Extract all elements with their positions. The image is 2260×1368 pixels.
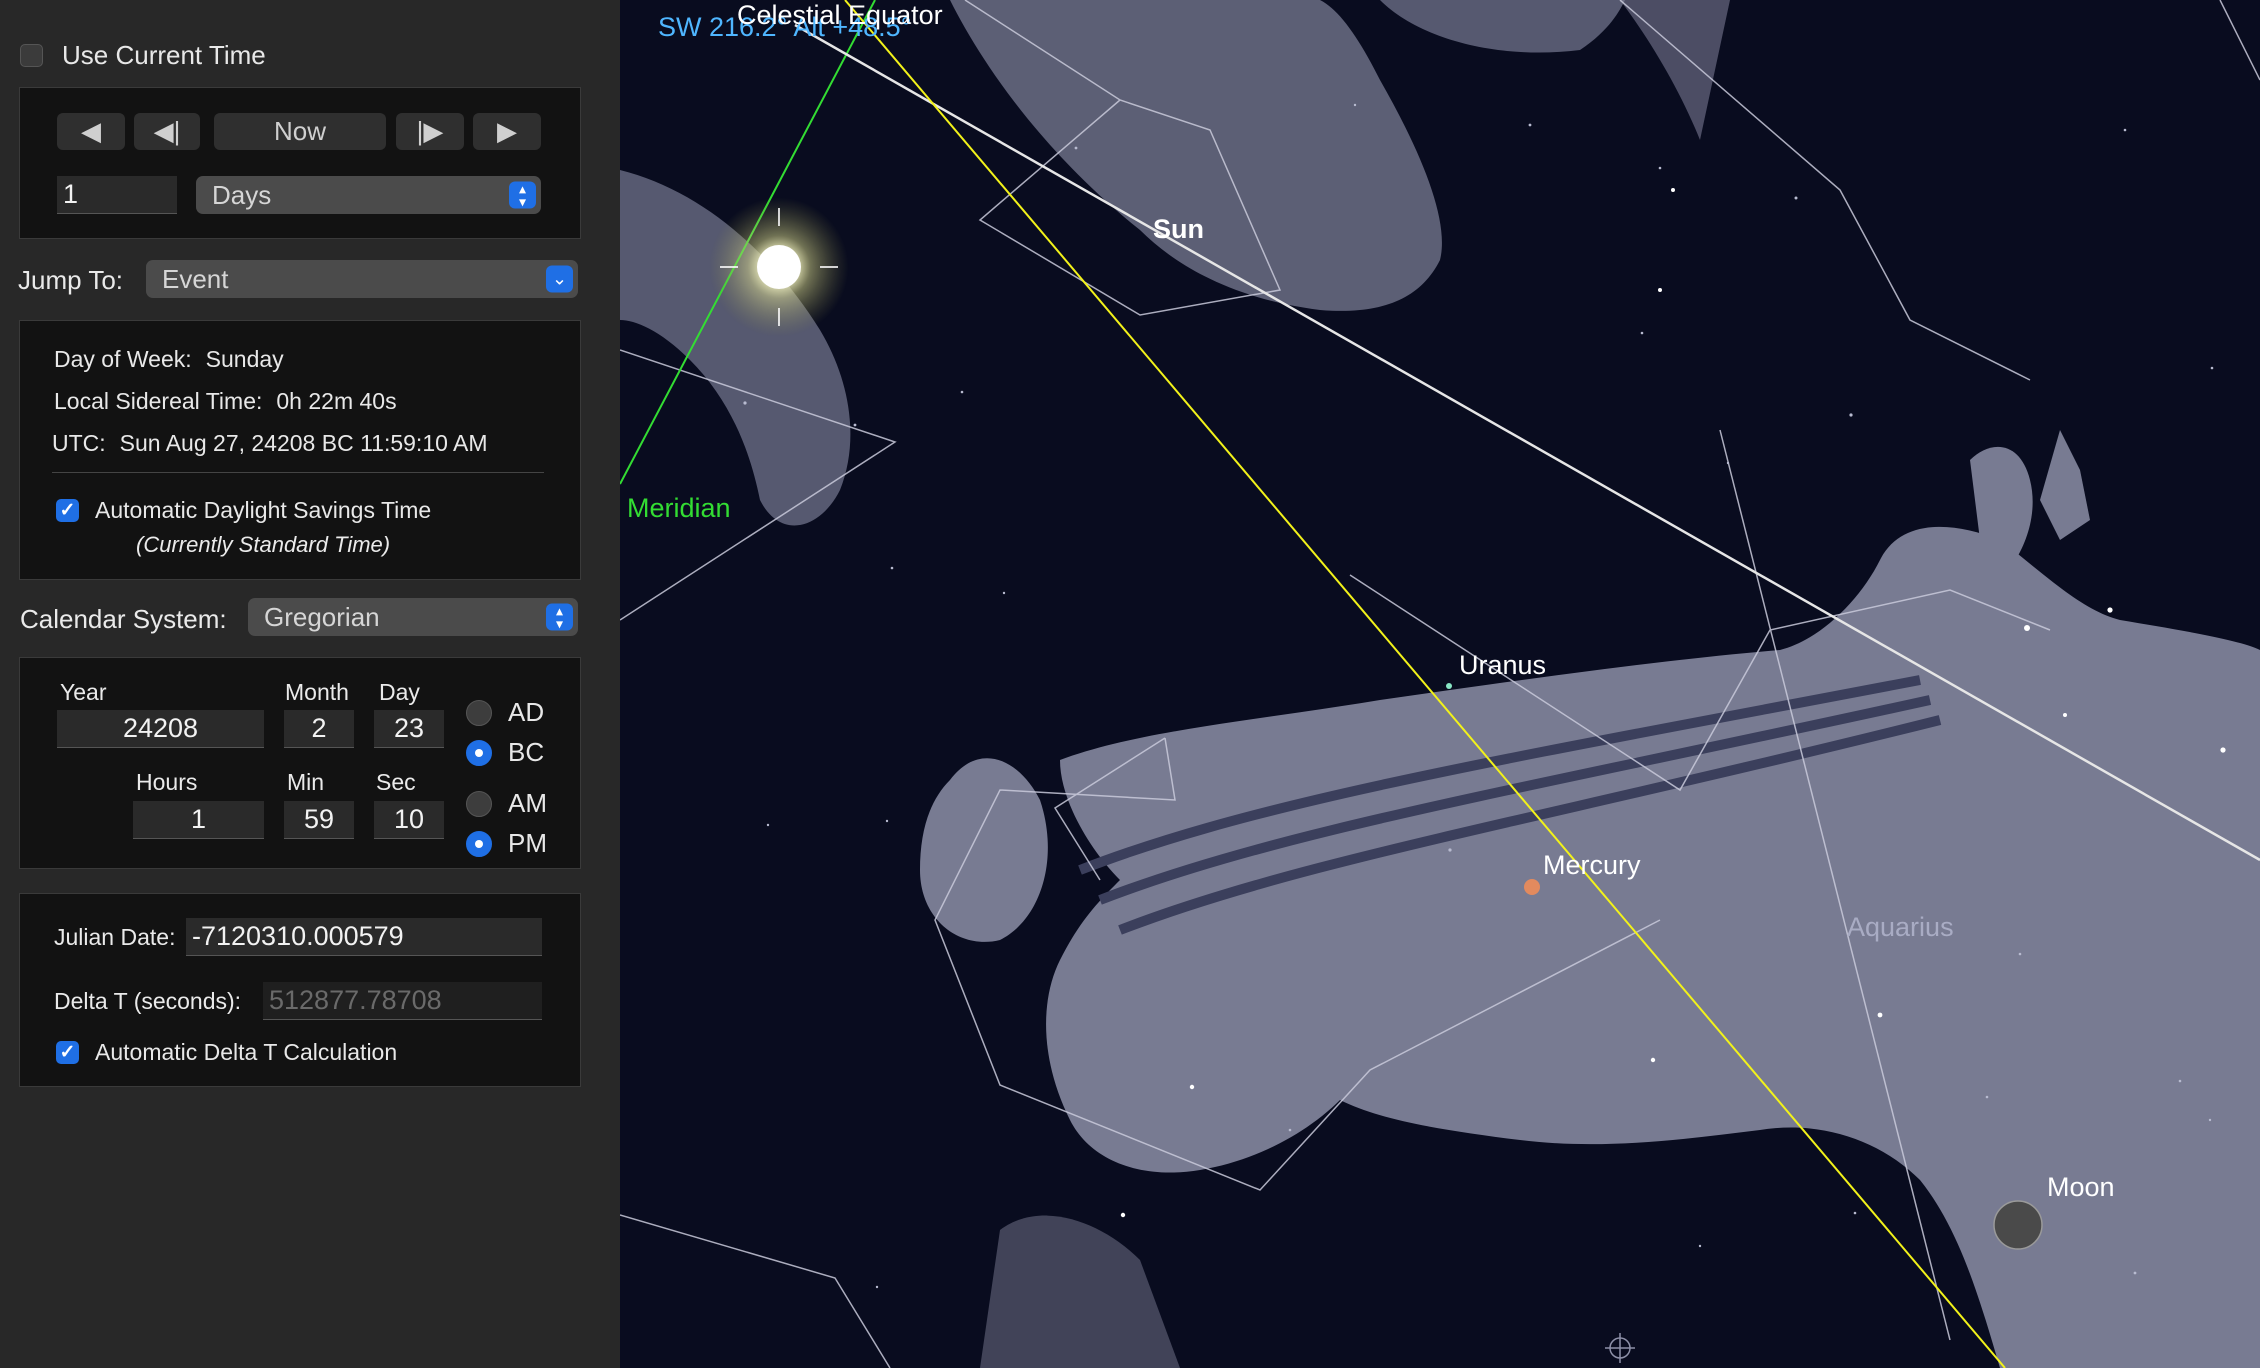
dst-label: Automatic Daylight Savings Time	[95, 497, 432, 523]
era-bc-radio[interactable]	[466, 739, 492, 766]
calendar-system-select[interactable]: Gregorian ▴ ▾	[248, 598, 578, 636]
celestial-equator-label: Celestial Equator	[737, 0, 943, 30]
month-input[interactable]: 2	[284, 710, 354, 748]
month-label: Month	[285, 679, 349, 705]
time-step-box	[19, 87, 581, 239]
julian-date-value: -7120310.000579	[192, 921, 404, 951]
julian-date-input[interactable]: -7120310.000579	[186, 918, 542, 956]
use-current-time-label: Use Current Time	[62, 40, 266, 70]
step-forward-fast-button[interactable]: ▶	[473, 113, 541, 150]
step-amount-input[interactable]: 1	[57, 176, 177, 214]
dst-note: (Currently Standard Time)	[136, 532, 391, 557]
auto-delta-t-checkbox[interactable]: ✓	[56, 1041, 79, 1064]
min-input[interactable]: 59	[284, 801, 354, 839]
up-down-icon: ▴ ▾	[546, 603, 573, 631]
min-value: 59	[303, 804, 335, 834]
hours-label: Hours	[136, 769, 198, 795]
target-icon	[1605, 1333, 1635, 1363]
dst-checkbox[interactable]: ✓	[56, 499, 79, 522]
sec-input[interactable]: 10	[374, 801, 444, 839]
jump-to-select[interactable]: Event ⌄	[146, 260, 578, 298]
sec-value: 10	[393, 804, 425, 834]
aquarius-label: Aquarius	[1847, 912, 1954, 942]
day-input[interactable]: 23	[374, 710, 444, 748]
step-forward-button[interactable]: |▶	[396, 113, 464, 150]
sidereal-time-row: Local Sidereal Time: 0h 22m 40s	[54, 388, 397, 415]
use-current-time-row[interactable]: Use Current Time	[20, 40, 266, 71]
era-ad-label: AD	[508, 697, 545, 727]
play-icon: ▶	[497, 116, 517, 146]
dst-row[interactable]: ✓ Automatic Daylight Savings Time	[56, 497, 431, 524]
jump-to-value: Event	[162, 263, 229, 294]
utc-value: Sun Aug 27, 24208 BC 11:59:10 AM	[119, 430, 488, 456]
step-amount-value: 1	[63, 179, 79, 209]
sun-marker[interactable]	[709, 197, 849, 337]
sidereal-time-value: 0h 22m 40s	[276, 388, 397, 414]
mercury-marker[interactable]	[1524, 879, 1540, 895]
era-ad-radio-row[interactable]: AD	[466, 697, 544, 728]
pm-radio-row[interactable]: PM	[466, 828, 547, 859]
delta-t-label: Delta T (seconds):	[54, 988, 242, 1014]
mercury-label[interactable]: Mercury	[1543, 850, 1641, 881]
month-value: 2	[311, 713, 327, 743]
time-panel: Use Current Time ◀ ◀| Now |▶ ▶ 1 Days ▴ ▾…	[0, 0, 620, 1368]
sidereal-time-label: Local Sidereal Time:	[54, 388, 263, 414]
jump-to-label: Jump To:	[18, 265, 124, 295]
uranus-label[interactable]: Uranus	[1459, 650, 1546, 681]
sun-label[interactable]: Sun	[1153, 214, 1204, 245]
era-ad-radio[interactable]	[466, 699, 492, 726]
era-bc-label: BC	[508, 737, 545, 767]
pm-label: PM	[508, 828, 547, 858]
step-forward-icon: |▶	[416, 116, 444, 146]
min-label: Min	[287, 769, 325, 795]
meridian-label: Meridian	[627, 493, 731, 523]
up-down-icon: ▴ ▾	[509, 181, 536, 209]
calendar-system-value: Gregorian	[264, 601, 380, 632]
hours-input[interactable]: 1	[133, 801, 264, 839]
day-label: Day	[379, 679, 420, 705]
day-of-week-row: Day of Week: Sunday	[54, 346, 284, 373]
calendar-system-label: Calendar System:	[20, 604, 227, 634]
am-label: AM	[508, 788, 547, 818]
step-back-button[interactable]: ◀|	[134, 113, 200, 150]
julian-date-label: Julian Date:	[54, 924, 176, 950]
hours-value: 1	[190, 804, 207, 834]
now-button[interactable]: Now	[214, 113, 386, 150]
sky-view[interactable]: SW 216.2° Alt +48.5° Celestial Equator M…	[620, 0, 2260, 1368]
year-input[interactable]: 24208	[57, 710, 264, 748]
day-value: 23	[393, 713, 425, 743]
year-value: 24208	[122, 713, 199, 743]
constellation-artwork	[620, 0, 2260, 1368]
auto-delta-t-label: Automatic Delta T Calculation	[95, 1039, 398, 1065]
year-label: Year	[60, 679, 107, 705]
step-back-fast-button[interactable]: ◀	[57, 113, 125, 150]
sky-canvas	[620, 0, 2260, 1368]
am-radio-row[interactable]: AM	[466, 788, 547, 819]
rewind-icon: ◀	[81, 116, 101, 146]
use-current-time-checkbox[interactable]	[20, 44, 43, 67]
am-radio[interactable]	[466, 790, 492, 817]
delta-t-value: 512877.78708	[269, 985, 442, 1015]
utc-label: UTC:	[52, 430, 106, 456]
sec-label: Sec	[376, 769, 416, 795]
chevron-down-icon: ⌄	[546, 265, 573, 293]
day-of-week-value: Sunday	[205, 346, 284, 372]
step-unit-select[interactable]: Days ▴ ▾	[196, 176, 541, 214]
moon-marker[interactable]	[1993, 1200, 2043, 1250]
era-bc-radio-row[interactable]: BC	[466, 737, 544, 768]
info-divider	[52, 472, 544, 473]
delta-t-input: 512877.78708	[263, 982, 542, 1020]
now-label: Now	[273, 116, 326, 146]
step-unit-value: Days	[212, 179, 272, 210]
day-of-week-label: Day of Week:	[54, 346, 192, 372]
auto-delta-t-row[interactable]: ✓ Automatic Delta T Calculation	[56, 1039, 397, 1066]
step-back-icon: ◀|	[153, 116, 181, 146]
pm-radio[interactable]	[466, 830, 492, 857]
utc-row: UTC: Sun Aug 27, 24208 BC 11:59:10 AM	[52, 430, 488, 457]
moon-label[interactable]: Moon	[2047, 1172, 2115, 1203]
uranus-marker[interactable]	[1446, 683, 1452, 689]
